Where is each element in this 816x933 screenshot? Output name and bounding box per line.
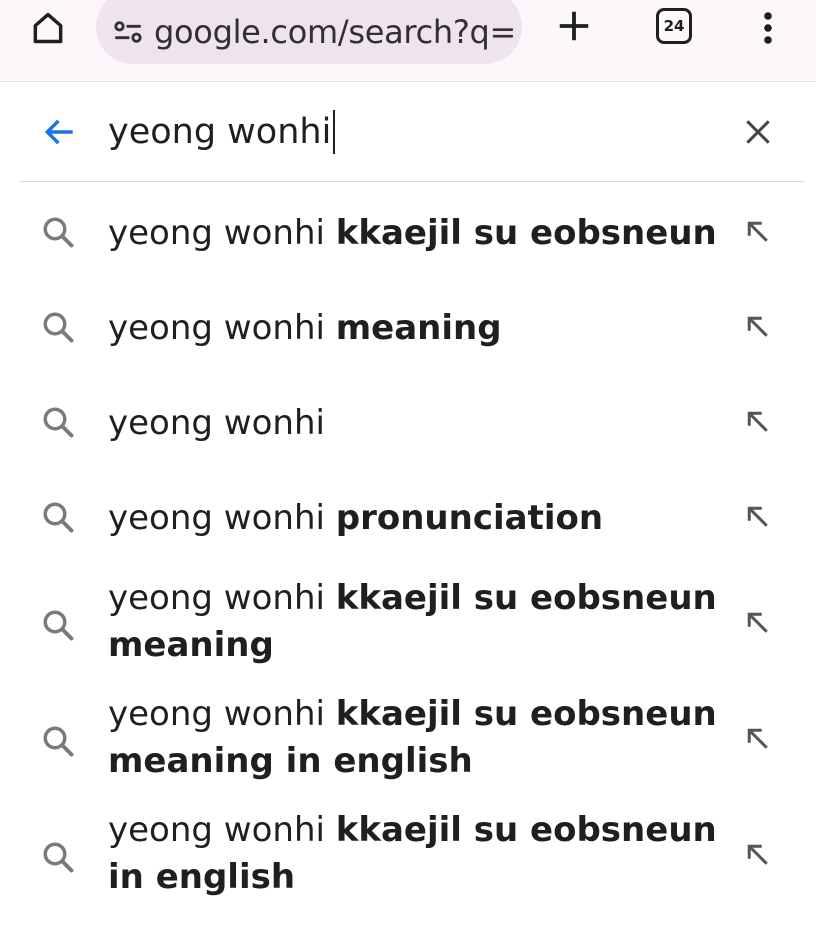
suggestion-prefix: yeong wonhi [108,403,325,443]
search-icon [43,217,74,248]
suggestion-completion: pronunciation [335,498,604,538]
arrow-up-left-icon [747,506,768,527]
fill-query-button[interactable] [734,831,782,879]
search-icon [43,502,74,533]
search-icon [43,842,74,873]
address-bar[interactable]: google.com/search?q= [96,0,522,64]
more-vert-icon [764,12,772,44]
search-icon [43,726,74,757]
arrow-up-left-icon [747,728,768,749]
suggestion-text: yeong wonhi kkaejil su eobsneun [108,210,718,257]
search-icon [43,407,74,438]
suggestion-item[interactable]: yeong wonhi kkaejil su eobsneun in engli… [0,807,816,907]
arrow-up-left-icon [747,221,768,242]
arrow-back-icon [44,119,73,145]
tab-switcher-button[interactable]: 24 [652,4,696,48]
suggestion-prefix: yeong wonhi [108,213,325,253]
url-text[interactable]: google.com/search?q= [154,13,516,51]
site-settings-button[interactable] [110,14,146,50]
home-button[interactable] [24,4,72,52]
fill-query-button[interactable] [734,599,782,647]
suggestion-text: yeong wonhi kkaejil su eobsneun meaning [108,575,718,669]
new-tab-button[interactable] [550,2,598,50]
fill-query-button[interactable] [734,493,782,541]
suggestion-prefix: yeong wonhi [108,810,325,850]
fill-query-button[interactable] [734,208,782,256]
arrow-up-left-icon [747,411,768,432]
search-input[interactable]: yeong wonhi [108,110,336,154]
more-menu-button[interactable] [748,4,788,52]
tune-icon [114,21,142,43]
tab-count-badge: 24 [656,8,692,44]
divider [20,181,804,182]
suggestion-item[interactable]: yeong wonhi kkaejil su eobsneun [0,192,816,276]
search-edit-row: yeong wonhi [0,82,816,182]
suggestion-item[interactable]: yeong wonhi pronunciation [0,477,816,561]
suggestion-completion: kkaejil su eobsneun [335,213,717,253]
suggestion-item[interactable]: yeong wonhi kkaejil su eobsneun meaning … [0,691,816,791]
suggestion-item[interactable]: yeong wonhi [0,382,816,466]
suggestion-text: yeong wonhi pronunciation [108,495,718,542]
close-icon [746,120,770,144]
suggestion-prefix: yeong wonhi [108,308,325,348]
suggestion-prefix: yeong wonhi [108,694,325,734]
home-icon [33,12,63,44]
arrow-up-left-icon [747,316,768,337]
arrow-up-left-icon [747,612,768,633]
browser-toolbar: google.com/search?q= 24 [0,0,816,82]
suggestion-text: yeong wonhi meaning [108,305,718,352]
tab-count: 24 [663,17,685,35]
suggestion-completion: meaning [335,308,502,348]
text-caret [333,110,336,154]
suggestion-item[interactable]: yeong wonhi kkaejil su eobsneun meaning [0,575,816,675]
search-icon [43,312,74,343]
fill-query-button[interactable] [734,715,782,763]
search-query-text: yeong wonhi [108,112,332,152]
suggestion-text: yeong wonhi [108,400,718,447]
fill-query-button[interactable] [734,303,782,351]
search-icon [43,610,74,641]
plus-icon [559,11,589,41]
fill-query-button[interactable] [734,398,782,446]
suggestion-text: yeong wonhi kkaejil su eobsneun meaning … [108,691,718,785]
suggestion-item[interactable]: yeong wonhi meaning [0,287,816,371]
back-button[interactable] [36,108,84,156]
clear-button[interactable] [734,108,782,156]
suggestion-prefix: yeong wonhi [108,498,325,538]
suggestion-text: yeong wonhi kkaejil su eobsneun in engli… [108,807,718,901]
arrow-up-left-icon [747,844,768,865]
suggestion-prefix: yeong wonhi [108,578,325,618]
